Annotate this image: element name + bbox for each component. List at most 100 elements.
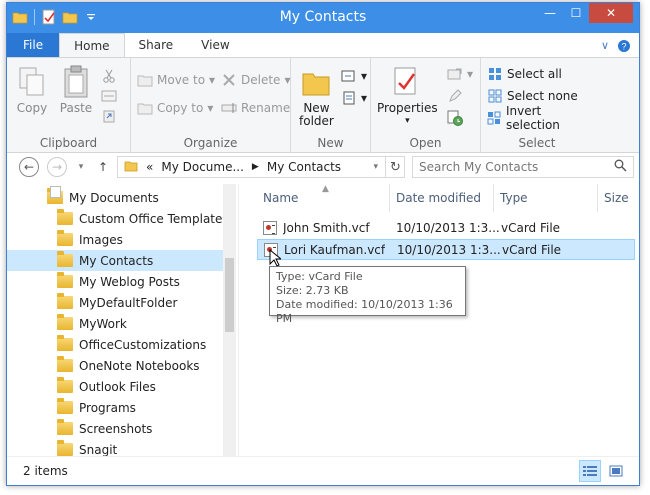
maximize-button[interactable]: ☐ <box>563 3 589 23</box>
breadcrumb-my-contacts[interactable]: My Contacts <box>263 160 345 174</box>
tree-item-custom-office-templates[interactable]: Custom Office Templates <box>7 208 235 229</box>
new-folder-icon <box>299 64 333 100</box>
documents-folder-icon <box>47 186 63 204</box>
breadcrumb-my-documents[interactable]: My Docume... <box>157 160 248 174</box>
folder-icon <box>57 209 73 225</box>
folder-icon <box>57 293 73 309</box>
tab-share[interactable]: Share <box>125 33 188 57</box>
clipboard-group-label: Clipboard <box>39 136 98 150</box>
copy-path-button[interactable] <box>101 86 117 106</box>
edit-button[interactable] <box>447 86 463 106</box>
search-placeholder: Search My Contacts <box>419 160 539 174</box>
tree-item-outlook-files[interactable]: Outlook Files <box>7 376 235 397</box>
scissors-icon <box>101 68 117 84</box>
select-group-label: Select <box>518 136 556 150</box>
tree-item-mywork[interactable]: MyWork <box>7 313 235 334</box>
ribbon-tools: ∨ ? <box>601 39 631 56</box>
folder-icon <box>118 160 142 175</box>
vcard-file-icon <box>263 221 277 235</box>
search-input[interactable]: Search My Contacts <box>412 156 634 178</box>
minimize-button[interactable]: — <box>537 3 563 23</box>
invert-selection-button[interactable]: Invert selection <box>487 104 593 132</box>
address-bar[interactable]: « My Docume... ▶ My Contacts ▾ <box>117 156 405 178</box>
paste-button[interactable]: Paste <box>59 64 93 115</box>
organize-group: Move to ▾ Copy to ▾ Delete ▾ Rename Orga… <box>131 58 291 154</box>
navpane-scroll-thumb[interactable] <box>225 258 234 332</box>
folder-icon <box>57 230 73 246</box>
refresh-button[interactable]: ↻ <box>385 156 405 178</box>
chevron-right-icon[interactable]: ▶ <box>248 162 263 172</box>
folder-icon <box>57 335 73 351</box>
delete-icon <box>221 72 237 88</box>
select-all-button[interactable]: Select all <box>487 64 562 84</box>
column-header-name[interactable]: Name <box>257 184 390 212</box>
back-button[interactable]: ← <box>19 157 39 177</box>
new-group-label: New <box>317 136 344 150</box>
column-header-type[interactable]: Type <box>494 184 598 212</box>
tree-item-images[interactable]: Images <box>7 229 235 250</box>
select-group: Select all Select none Invert selection … <box>481 58 593 154</box>
address-overflow[interactable]: « <box>142 160 157 174</box>
tab-view[interactable]: View <box>187 33 243 57</box>
tab-home[interactable]: Home <box>59 33 125 57</box>
details-view-button[interactable] <box>579 460 601 482</box>
ribbon: Copy Paste Clipboard Move to ▾ Copy to ▾… <box>7 57 639 154</box>
column-header-date-modified[interactable]: Date modified <box>390 184 494 212</box>
edit-icon <box>447 88 463 104</box>
table-row[interactable]: John Smith.vcf 10/10/2013 1:3... vCard F… <box>257 218 635 239</box>
properties-button[interactable]: Properties ▾ <box>377 64 438 128</box>
copy-button[interactable]: Copy <box>15 64 49 115</box>
move-to-button[interactable]: Move to ▾ <box>137 70 215 90</box>
tab-file[interactable]: File <box>7 33 60 57</box>
status-bar: 2 items <box>7 456 639 485</box>
paste-shortcut-button[interactable] <box>101 106 117 126</box>
easy-access-button[interactable]: ▾ <box>341 88 367 108</box>
collapse-ribbon-icon[interactable]: ∨ <box>601 39 609 56</box>
paste-icon <box>59 64 93 100</box>
open-group-label: Open <box>409 136 442 150</box>
open-button[interactable]: ▾ <box>447 64 473 84</box>
open-icon <box>447 66 463 82</box>
recent-locations-button[interactable]: ▾ <box>71 157 91 177</box>
tree-item-snagit[interactable]: Snagit <box>7 439 235 456</box>
copy-to-icon <box>137 100 153 116</box>
address-dropdown-icon[interactable]: ▾ <box>369 162 382 172</box>
new-item-button[interactable]: ▾ <box>341 66 367 86</box>
tree-item-programs[interactable]: Programs <box>7 397 235 418</box>
close-button[interactable]: ✕ <box>589 3 633 23</box>
history-button[interactable] <box>447 108 463 128</box>
select-none-button[interactable]: Select none <box>487 86 578 106</box>
forward-button[interactable]: → <box>47 157 67 177</box>
tree-item-officecustomizations[interactable]: OfficeCustomizations <box>7 334 235 355</box>
column-header-size[interactable]: Size <box>598 184 638 212</box>
tree-item-my-contacts[interactable]: My Contacts <box>7 250 235 271</box>
tree-item-my-weblog-posts[interactable]: My Weblog Posts <box>7 271 235 292</box>
easy-access-icon <box>341 90 357 106</box>
properties-dropdown-icon[interactable]: ▾ <box>405 115 410 128</box>
help-icon[interactable]: ? <box>617 39 631 56</box>
large-icons-view-icon <box>609 465 623 477</box>
up-button[interactable]: ↑ <box>93 157 113 177</box>
tree-item-onenote-notebooks[interactable]: OneNote Notebooks <box>7 355 235 376</box>
file-type: vCard File <box>502 243 562 257</box>
tree-item-screenshots[interactable]: Screenshots <box>7 418 235 439</box>
ribbon-tabs: File Home Share View ∨ ? <box>7 33 639 57</box>
tooltip-type: Type: vCard File <box>276 270 363 283</box>
table-row[interactable]: Lori Kaufman.vcf 10/10/2013 1:3... vCard… <box>257 239 635 260</box>
folder-icon <box>57 356 73 372</box>
select-none-icon <box>487 88 503 104</box>
large-icons-view-button[interactable] <box>605 460 627 482</box>
delete-button[interactable]: Delete ▾ <box>221 70 290 90</box>
tooltip-date: Date modified: 10/10/2013 1:36 PM <box>276 298 453 325</box>
new-folder-button[interactable]: New folder <box>299 64 334 128</box>
tree-item-my-documents[interactable]: My Documents <box>7 186 235 208</box>
copy-to-button[interactable]: Copy to ▾ <box>137 98 213 118</box>
rename-button[interactable]: Rename <box>221 98 290 118</box>
navigation-bar: ← → ▾ ↑ « My Docume... ▶ My Contacts ▾ ↻… <box>7 153 639 181</box>
organize-group-label: Organize <box>183 136 238 150</box>
open-group: Properties ▾ ▾ Open <box>371 58 481 154</box>
navpane-scrollbar[interactable] <box>223 184 236 456</box>
tree-item-mydefaultfolder[interactable]: MyDefaultFolder <box>7 292 235 313</box>
new-item-icon <box>341 68 357 84</box>
cut-button[interactable] <box>101 66 117 86</box>
